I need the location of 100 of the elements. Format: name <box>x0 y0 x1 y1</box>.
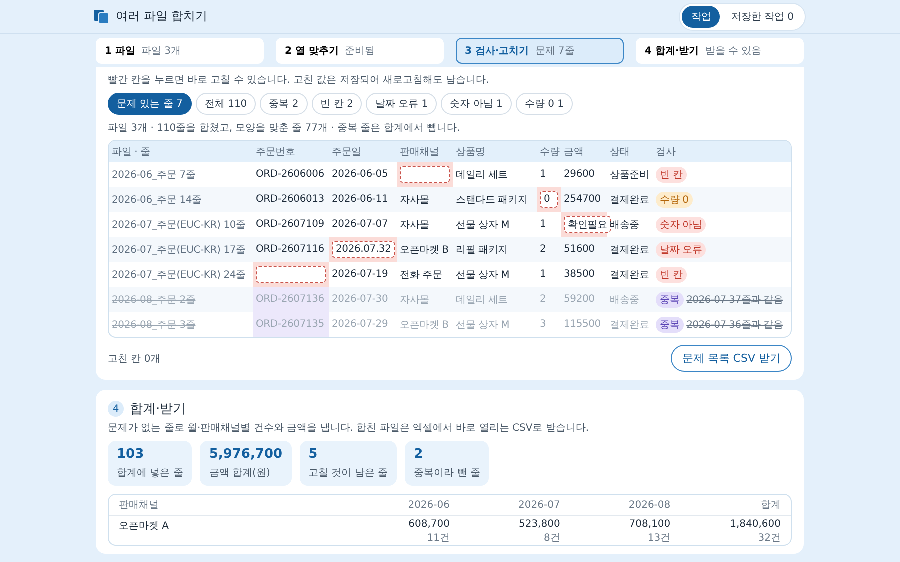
table-cell-text: 38500 <box>563 268 596 282</box>
amount-cell: 708,100 <box>629 519 671 530</box>
count-cell-text: 11건 <box>427 532 450 545</box>
stat-label: 합계에 넣은 줄 <box>117 467 184 480</box>
edit-field[interactable] <box>256 266 326 283</box>
table-cell-text: 선물 상자 M <box>455 318 511 332</box>
table-cell-text: 결제완료 <box>609 244 650 258</box>
table-cell-text: ORD-2606006 <box>255 168 326 182</box>
issue-tag: 빈 칸 <box>656 166 687 182</box>
table-cell-text: 선물 상자 M <box>455 268 511 282</box>
file-line-cell-text: 2026-07_주문(EUC-KR) 17줄 <box>111 244 247 258</box>
file-line-cell-text: 2026-08_주문 3줄 <box>111 318 197 332</box>
table-cell-text: 오픈마켓 B <box>399 318 450 332</box>
column-header: 합계 <box>760 499 781 512</box>
filter-chip[interactable]: 숫자 아님 1 <box>441 93 512 115</box>
table-cell-text: 59200 <box>563 293 596 307</box>
view-tab[interactable]: 저장한 작업 0 <box>722 6 803 28</box>
table-cell-text: 1 <box>539 268 548 282</box>
table-cell-text: 상품준비 <box>609 168 650 182</box>
step-tab[interactable]: 3 검사·고치기 문제 7줄 <box>456 38 624 64</box>
column-header: 주문일 <box>331 146 362 158</box>
file-line-cell-text: 2026-06_주문 7줄 <box>111 168 197 182</box>
table-cell-text: 115500 <box>563 318 602 332</box>
stat-value: 2 <box>414 447 424 462</box>
stat-label: 금액 합계(원) <box>209 467 272 480</box>
column-header: 상태 <box>609 146 631 158</box>
edit-field[interactable]: 확인필요 <box>564 216 612 233</box>
table-cell-text: 2026-07-07 <box>331 218 390 232</box>
table-cell: ORD-2607136 <box>253 287 329 312</box>
filter-chip[interactable]: 수량 0 1 <box>516 93 574 115</box>
stat-label: 고칠 것이 남은 줄 <box>308 467 388 480</box>
view-tab[interactable]: 작업 <box>682 6 720 28</box>
table-cell-text: 전화 주문 <box>399 268 444 282</box>
table-cell-text: 배송중 <box>609 218 640 232</box>
file-line-cell-text: 2026-07_주문(EUC-KR) 24줄 <box>111 268 247 282</box>
column-header: 2026-07 <box>518 500 560 510</box>
merge-summary: 파일 3개 · 110줄을 합쳤고, 모양을 맞춘 줄 77개 · 중복 줄은 합계에서 뺍니다. <box>108 122 462 135</box>
issue-tag: 수량 0 <box>656 192 693 208</box>
amount-cell: 1,840,600 <box>730 519 781 530</box>
table-cell-text: ORD-2607109 <box>255 218 326 232</box>
table-cell-text: 선물 상자 M <box>455 218 511 232</box>
table-cell-text: 2026-07-29 <box>331 318 390 332</box>
duplicate-note: 2026-07 36줄과 같음 <box>686 318 783 332</box>
step-number: 4 <box>108 401 124 417</box>
column-header: 검사 <box>655 146 677 158</box>
column-header: 판매채널 <box>119 499 160 512</box>
check-description: 빨간 칸을 누르면 바로 고칠 수 있습니다. 고친 값은 저장되어 새로고침해도 남습니다. <box>108 74 490 87</box>
column-header: 2026-08 <box>628 500 671 510</box>
issue-tag: 날짜 오류 <box>656 242 706 258</box>
totals-description: 문제가 없는 줄로 월·판매채널별 건수와 금액을 냅니다. 합친 파일은 엑셀에서 바로 열리는 CSV로 받습니다. <box>108 422 590 435</box>
count-cell-text: 13건 <box>648 532 671 545</box>
table-cell-text: 2 <box>539 243 548 257</box>
issue-tag: 빈 칸 <box>656 266 687 282</box>
column-header: 판매채널 <box>399 146 440 158</box>
table-cell-text: 데일리 세트 <box>455 294 509 308</box>
count-cell-text: 32건 <box>758 532 781 545</box>
table-cell-text: 리필 패키지 <box>455 244 509 258</box>
stat-label: 중복이라 뺀 줄 <box>414 467 480 480</box>
table-cell-text: 오픈마켓 B <box>399 244 450 258</box>
table-cell-text: ORD-2607116 <box>255 243 326 257</box>
table-cell-text: 2 <box>539 293 548 307</box>
filter-chip[interactable]: 문제 있는 줄 7 <box>108 93 192 115</box>
edit-field[interactable]: 0 <box>540 191 558 208</box>
edit-field[interactable] <box>400 166 450 183</box>
table-cell-text: 51600 <box>563 243 596 257</box>
table-cell-text: ORD-2606013 <box>255 193 326 207</box>
stat-value: 103 <box>117 447 146 462</box>
column-header: 주문번호 <box>255 146 296 158</box>
table-cell-text: 배송중 <box>609 294 640 308</box>
stat-value: 5 <box>308 447 319 462</box>
table-cell-text: 데일리 세트 <box>455 168 509 182</box>
table-cell-text: 2026-06-05 <box>331 168 390 182</box>
table-cell-text: 결제완료 <box>609 318 650 332</box>
step-tab[interactable]: 4 합계·받기 받을 수 있음 <box>636 38 804 64</box>
table-cell-text: 자사몰 <box>399 218 430 232</box>
filter-chip[interactable]: 전체 110 <box>196 93 256 115</box>
app-title: 여러 파일 합치기 <box>116 8 208 25</box>
table-cell-text: 자사몰 <box>399 294 430 308</box>
table-cell-text: 2026-07-19 <box>331 268 390 282</box>
table-cell-text: 254700 <box>563 193 602 207</box>
column-header: 수량 <box>539 146 561 158</box>
step-tab[interactable]: 1 파일 파일 3개 <box>96 38 264 64</box>
channel-cell-text: 오픈마켓 A <box>119 520 170 534</box>
file-line-cell-text: 2026-06_주문 14줄 <box>111 194 203 208</box>
table-cell-text: 자사몰 <box>399 194 430 208</box>
edit-field[interactable]: 2026.07.32 <box>332 241 396 258</box>
table-cell-text: 1 <box>539 218 548 232</box>
table-cell-text: 결제완료 <box>609 268 650 282</box>
filter-chip[interactable]: 날짜 오류 1 <box>366 93 438 115</box>
filter-chip[interactable]: 빈 칸 2 <box>312 93 362 115</box>
count-cell-text: 8건 <box>544 532 560 545</box>
issue-tag: 숫자 아님 <box>656 216 706 232</box>
step-tab[interactable]: 2 열 맞추기 준비됨 <box>276 38 444 64</box>
table-cell-text: 결제완료 <box>609 194 650 208</box>
table-cell-text: 29600 <box>563 168 596 182</box>
file-line-cell-text: 2026-07_주문(EUC-KR) 10줄 <box>111 218 247 232</box>
column-header: 금액 <box>563 146 585 158</box>
filter-chip[interactable]: 중복 2 <box>260 93 308 115</box>
export-button[interactable]: 문제 목록 CSV 받기 <box>671 345 792 372</box>
amount-cell: 608,700 <box>408 519 450 530</box>
